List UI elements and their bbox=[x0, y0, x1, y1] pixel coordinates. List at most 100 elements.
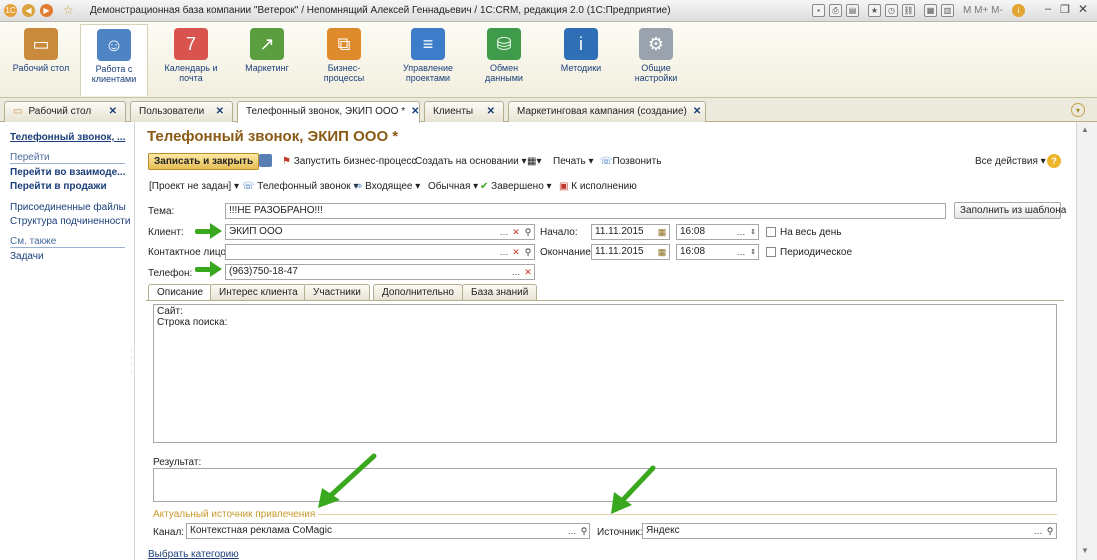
calendar-picker-icon[interactable]: ▦ bbox=[656, 225, 668, 239]
nav-structure[interactable]: Структура подчиненности bbox=[10, 216, 130, 227]
all-actions-button[interactable]: Все действия ▾ bbox=[975, 156, 1046, 167]
forward-icon[interactable]: ▶ bbox=[40, 4, 53, 17]
favorites-star-icon[interactable]: ☆ bbox=[63, 3, 74, 17]
nav-goto-interactions[interactable]: Перейти во взаимоде... bbox=[10, 167, 125, 178]
close-icon[interactable]: ✕ bbox=[1078, 2, 1088, 16]
open-search-icon[interactable]: ⚲ bbox=[578, 524, 590, 538]
source-input[interactable]: Яндекс bbox=[642, 523, 1057, 539]
info-icon[interactable]: i bbox=[1012, 4, 1025, 17]
tab-close-icon[interactable]: ✕ bbox=[109, 106, 117, 122]
nav-current-form[interactable]: Телефонный звонок, ... bbox=[10, 132, 125, 143]
clear-icon[interactable]: ✕ bbox=[510, 225, 522, 239]
tab-phone-call[interactable]: Телефонный звонок, ЭКИП ООО * ✕ bbox=[237, 101, 420, 123]
restore-icon[interactable]: ❐ bbox=[1060, 3, 1070, 16]
link-icon[interactable]: ⛓ bbox=[902, 4, 915, 17]
choose-category-link[interactable]: Выбрать категорию bbox=[148, 549, 239, 560]
save-icon[interactable]: ▪ bbox=[812, 4, 825, 17]
print-button[interactable]: Печать ▾ bbox=[553, 156, 594, 167]
tab-close-icon[interactable]: ✕ bbox=[411, 106, 419, 123]
tab-desktop[interactable]: ▭ Рабочий стол ✕ bbox=[4, 101, 126, 122]
section-desktop[interactable]: ▭ Рабочий стол bbox=[7, 24, 75, 96]
section-marketing[interactable]: ↗ Маркетинг bbox=[233, 24, 301, 96]
all-day-checkbox[interactable] bbox=[766, 227, 776, 237]
back-icon[interactable]: ◀ bbox=[22, 4, 35, 17]
tab-additional[interactable]: Дополнительно bbox=[373, 284, 463, 300]
importance-select[interactable]: Обычная ▾ bbox=[428, 181, 478, 192]
nav-goto-sales[interactable]: Перейти в продажи bbox=[10, 181, 107, 192]
calendar-small-icon[interactable]: ▥ bbox=[941, 4, 954, 17]
theme-input[interactable]: !!!НЕ РАЗОБРАНО!!! bbox=[225, 203, 946, 219]
handshake-icon: ☺ bbox=[97, 29, 131, 61]
periodic-checkbox[interactable] bbox=[766, 247, 776, 257]
nav-tasks[interactable]: Задачи bbox=[10, 251, 44, 262]
tab-close-icon[interactable]: ✕ bbox=[693, 106, 701, 122]
favorite-add-icon[interactable]: ★ bbox=[868, 4, 881, 17]
select-button-icon[interactable]: … bbox=[498, 245, 510, 259]
tab-knowledge-base[interactable]: База знаний bbox=[462, 284, 538, 300]
phone-input[interactable]: (963)750-18-47 bbox=[225, 264, 535, 280]
open-search-icon[interactable]: ⚲ bbox=[1044, 524, 1056, 538]
tab-participants[interactable]: Участники bbox=[304, 284, 370, 300]
minimize-icon[interactable]: – bbox=[1045, 3, 1051, 15]
fill-from-template-button[interactable]: Заполнить из шаблона bbox=[954, 202, 1066, 219]
calendar-picker-icon[interactable]: ▦ bbox=[656, 245, 668, 259]
interaction-type-select[interactable]: ☏ Телефонный звонок ▾ bbox=[242, 181, 358, 192]
tab-client-interest[interactable]: Интерес клиента bbox=[210, 284, 307, 300]
select-button-icon[interactable]: … bbox=[498, 225, 510, 239]
vertical-scrollbar[interactable]: ▲ ▼ bbox=[1076, 122, 1097, 560]
open-search-icon[interactable]: ⚲ bbox=[522, 225, 534, 239]
to-execute-button[interactable]: ▣ К исполнению bbox=[559, 181, 637, 192]
channel-input[interactable]: Контекстная реклама CoMagic bbox=[186, 523, 590, 539]
state-select[interactable]: ✔ Завершено ▾ bbox=[480, 181, 552, 192]
tab-close-icon[interactable]: ✕ bbox=[487, 106, 495, 122]
print-icon[interactable]: ⎙ bbox=[829, 4, 842, 17]
save-icon[interactable] bbox=[259, 154, 272, 167]
spinner-icon[interactable]: ⇕ bbox=[747, 225, 759, 239]
contact-input[interactable] bbox=[225, 244, 535, 260]
section-clients[interactable]: ☺ Работа с клиентами bbox=[80, 24, 148, 96]
spinner-icon[interactable]: ⇕ bbox=[747, 245, 759, 259]
select-button-icon[interactable]: … bbox=[735, 245, 747, 259]
scroll-down-icon[interactable]: ▼ bbox=[1081, 546, 1089, 555]
help-icon[interactable]: ? bbox=[1047, 154, 1061, 168]
call-button[interactable]: ☏Позвонить bbox=[600, 156, 661, 167]
section-data-exchange[interactable]: ⛁ Обмен данными bbox=[470, 24, 538, 96]
clear-icon[interactable]: ✕ bbox=[522, 265, 534, 279]
select-button-icon[interactable]: … bbox=[735, 225, 747, 239]
group-divider bbox=[318, 514, 1057, 515]
tab-users[interactable]: Пользователи ✕ bbox=[130, 101, 233, 122]
section-methods[interactable]: i Методики bbox=[547, 24, 615, 96]
report-menu-icon[interactable]: ▦▾ bbox=[527, 156, 541, 167]
memory-buttons[interactable]: M M+ M- bbox=[963, 5, 1003, 16]
tab-description[interactable]: Описание bbox=[148, 284, 213, 301]
history-icon[interactable]: ◷ bbox=[885, 4, 898, 17]
project-select[interactable]: [Проект не задан] ▾ bbox=[149, 181, 239, 192]
select-button-icon[interactable]: … bbox=[566, 524, 578, 538]
save-and-close-button[interactable]: Записать и закрыть bbox=[148, 153, 260, 170]
create-based-on-button[interactable]: Создать на основании ▾ bbox=[415, 156, 527, 167]
section-calendar[interactable]: 7 Календарь и почта bbox=[157, 24, 225, 96]
section-settings[interactable]: ⚙ Общие настройки bbox=[622, 24, 690, 96]
section-business-processes[interactable]: ⧉ Бизнес-процессы bbox=[310, 24, 378, 96]
direction-select[interactable]: ⇨ Входящее ▾ bbox=[354, 181, 420, 192]
tabs-menu-chevron-icon[interactable]: ▾ bbox=[1071, 103, 1085, 117]
select-button-icon[interactable]: … bbox=[510, 265, 522, 279]
description-textarea[interactable]: Сайт: Строка поиска: bbox=[153, 304, 1057, 443]
info-book-icon: i bbox=[564, 28, 598, 60]
tab-clients[interactable]: Клиенты ✕ bbox=[424, 101, 504, 122]
calculator-icon[interactable]: ▦ bbox=[924, 4, 937, 17]
clear-icon[interactable]: ✕ bbox=[510, 245, 522, 259]
app-logo-icon[interactable]: 1С bbox=[4, 4, 17, 17]
desk-icon: ▭ bbox=[24, 28, 58, 60]
section-projects[interactable]: ≡ Управление проектами bbox=[394, 24, 462, 96]
tab-close-icon[interactable]: ✕ bbox=[216, 106, 224, 122]
client-input[interactable]: ЭКИП ООО bbox=[225, 224, 535, 240]
panel-resize-handle[interactable]: · · · · bbox=[130, 347, 133, 376]
start-business-process-button[interactable]: ⚑ Запустить бизнес-процесс bbox=[282, 156, 416, 167]
nav-attached-files[interactable]: Присоединенные файлы bbox=[10, 202, 126, 213]
open-search-icon[interactable]: ⚲ bbox=[522, 245, 534, 259]
preview-icon[interactable]: ▤ bbox=[846, 4, 859, 17]
scroll-up-icon[interactable]: ▲ bbox=[1081, 125, 1089, 134]
tab-marketing-campaign[interactable]: Маркетинговая кампания (создание) ✕ bbox=[508, 101, 706, 122]
select-button-icon[interactable]: … bbox=[1032, 524, 1044, 538]
